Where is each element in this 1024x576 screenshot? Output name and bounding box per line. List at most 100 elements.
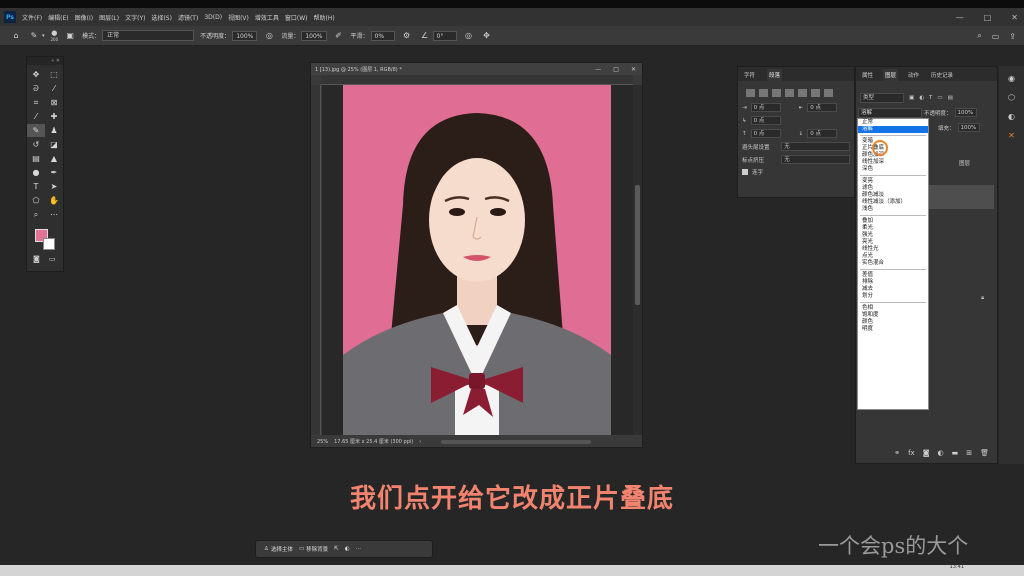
filter-pixel-icon[interactable]: ▣ — [909, 95, 914, 101]
transform-icon[interactable]: ⇱ — [334, 546, 339, 552]
document-title-bar[interactable]: 1 [13).jpg @ 25% (图层 1, RGB/8) * — □ ✕ — [311, 63, 642, 75]
blend-mode-option[interactable]: 滤色 — [858, 185, 928, 192]
tab-layers[interactable]: 图层 — [883, 69, 899, 81]
blend-mode-select[interactable]: 溶解 — [858, 108, 922, 118]
mode-select[interactable]: 正常 — [102, 30, 195, 41]
angle-field[interactable]: 0° — [432, 30, 457, 41]
layer-opacity-field[interactable]: 100% — [954, 108, 977, 117]
blend-mode-option[interactable]: 变暗 — [858, 138, 928, 145]
blend-mode-option[interactable]: 减去 — [858, 286, 928, 293]
learn-icon[interactable]: ◉ — [1008, 74, 1015, 83]
symmetry-icon[interactable]: ✥ — [481, 30, 493, 42]
blend-mode-option[interactable]: 实色混合 — [858, 260, 928, 267]
3d-icon[interactable]: ⬡ — [1008, 93, 1015, 102]
kinsoku-select[interactable]: 无 — [781, 142, 850, 151]
blend-mode-option[interactable]: 颜色加深 — [858, 152, 928, 159]
menu-type[interactable]: 文字(Y) — [125, 13, 145, 22]
more-options-icon[interactable]: ⋯ — [356, 546, 362, 552]
photoshop-logo-icon[interactable]: Ps — [4, 11, 16, 23]
blend-mode-option[interactable]: 排除 — [858, 279, 928, 286]
blend-mode-option[interactable]: 饱和度 — [858, 312, 928, 319]
eraser-tool-icon[interactable]: ◪ — [45, 138, 63, 151]
menu-layer[interactable]: 图层(L) — [99, 13, 119, 22]
doc-minimize-button[interactable]: — — [595, 66, 601, 73]
blend-mode-option[interactable]: 浅色 — [858, 206, 928, 213]
delete-layer-icon[interactable]: 🗑︎ — [980, 449, 989, 457]
adjustments-icon[interactable]: ◐ — [1008, 112, 1015, 121]
close-button[interactable]: ✕ — [1011, 13, 1018, 22]
menu-view[interactable]: 视图(V) — [228, 13, 249, 22]
menu-edit[interactable]: 编辑(E) — [48, 13, 68, 22]
blend-mode-option[interactable]: 正常 — [858, 119, 928, 126]
lasso-tool-icon[interactable]: ᘐ — [27, 82, 45, 95]
tab-character[interactable]: 字符 — [742, 69, 757, 81]
select-subject-button[interactable]: ♙ 选择主体 — [264, 545, 293, 553]
align-center-icon[interactable] — [759, 89, 768, 97]
tab-paragraph[interactable]: 段落 — [767, 69, 783, 81]
menu-filter[interactable]: 滤镜(T) — [178, 13, 198, 22]
workspace-icon[interactable]: ▭ — [992, 32, 1000, 41]
crop-tool-icon[interactable]: ⌗ — [27, 96, 45, 109]
blend-mode-option[interactable]: 线性加深 — [858, 159, 928, 166]
canvas-area[interactable] — [322, 85, 633, 435]
tab-properties[interactable]: 属性 — [860, 69, 875, 81]
tab-history[interactable]: 历史记录 — [929, 69, 955, 81]
document-size-info[interactable]: 17.65 厘米 x 25.4 厘米 (300 ppi) — [334, 438, 413, 445]
gradient-tool-icon[interactable]: ▤ — [27, 152, 45, 165]
link-layers-icon[interactable]: ⚭ — [894, 449, 900, 457]
tab-actions[interactable]: 动作 — [906, 69, 921, 81]
justify-all-icon[interactable] — [824, 89, 833, 97]
smoothing-field[interactable]: 0% — [370, 30, 395, 41]
layer-kind-filter[interactable]: 类型 — [860, 93, 904, 103]
healing-brush-icon[interactable]: ✚ — [45, 110, 63, 123]
group-icon[interactable]: ▬ — [952, 449, 959, 457]
move-tool-icon[interactable]: ✥ — [27, 68, 45, 81]
brush-preset-icon[interactable]: ● — [51, 29, 57, 37]
filter-shape-icon[interactable]: ▭ — [937, 95, 942, 101]
status-arrow-icon[interactable]: › — [419, 439, 421, 445]
layer-style-icon[interactable]: fx — [908, 449, 915, 457]
blend-mode-option[interactable]: 亮光 — [858, 239, 928, 246]
blend-mode-option[interactable]: 线性减淡（添加） — [858, 199, 928, 206]
brush-settings-icon[interactable]: ▣ — [64, 30, 76, 42]
blend-mode-option[interactable]: 溶解 — [858, 126, 928, 133]
share-icon[interactable]: ⇪ — [1009, 32, 1016, 41]
quick-mask-icon[interactable]: ◙ — [33, 255, 40, 263]
blend-mode-option[interactable]: 强光 — [858, 232, 928, 239]
doc-restore-button[interactable]: □ — [613, 66, 619, 73]
filter-type-icon[interactable]: T — [929, 95, 932, 101]
pen-tool-icon[interactable]: ✒ — [45, 166, 63, 179]
restore-button[interactable]: □ — [984, 13, 992, 22]
menu-help[interactable]: 帮助(H) — [314, 13, 335, 22]
blend-mode-option[interactable]: 深色 — [858, 166, 928, 173]
pressure-size-icon[interactable]: ◎ — [463, 30, 475, 42]
blend-mode-option[interactable]: 划分 — [858, 293, 928, 300]
hand-tool-icon[interactable]: ✋ — [45, 194, 63, 207]
adjust-icon[interactable]: ◐ — [345, 546, 350, 552]
zoom-level[interactable]: 25% — [317, 439, 328, 445]
zoom-tool-icon[interactable]: ⌕ — [27, 208, 45, 221]
blend-mode-option[interactable]: 色相 — [858, 305, 928, 312]
hyphenate-checkbox[interactable] — [742, 169, 748, 175]
menu-3d[interactable]: 3D(D) — [204, 14, 222, 21]
tools-crossed-icon[interactable]: ✕ — [1008, 131, 1015, 140]
blend-mode-option[interactable]: 点光 — [858, 253, 928, 260]
blend-mode-option[interactable]: 明度 — [858, 326, 928, 333]
adjustment-layer-icon[interactable]: ◐ — [938, 449, 944, 457]
home-icon[interactable]: ⌂ — [10, 30, 22, 42]
space-after-field[interactable]: 0 点 — [807, 129, 838, 138]
menu-window[interactable]: 窗口(W) — [285, 13, 308, 22]
history-brush-icon[interactable]: ↺ — [27, 138, 45, 151]
menu-plugins[interactable]: 增效工具 — [255, 13, 279, 22]
blur-tool-icon[interactable]: ▲ — [45, 152, 63, 165]
blend-mode-option[interactable]: 叠加 — [858, 218, 928, 225]
background-color-swatch[interactable] — [43, 238, 55, 250]
blend-mode-option[interactable]: 差值 — [858, 272, 928, 279]
search-icon[interactable]: ⌕ — [977, 31, 981, 41]
horizontal-scrollbar[interactable] — [441, 440, 591, 444]
layer-mask-icon[interactable]: ◙ — [923, 449, 930, 457]
stamp-tool-icon[interactable]: ♟ — [45, 124, 63, 137]
path-select-tool-icon[interactable]: ➤ — [45, 180, 63, 193]
gear-icon[interactable]: ⚙ — [401, 30, 413, 42]
mojikumi-select[interactable]: 无 — [781, 155, 850, 164]
